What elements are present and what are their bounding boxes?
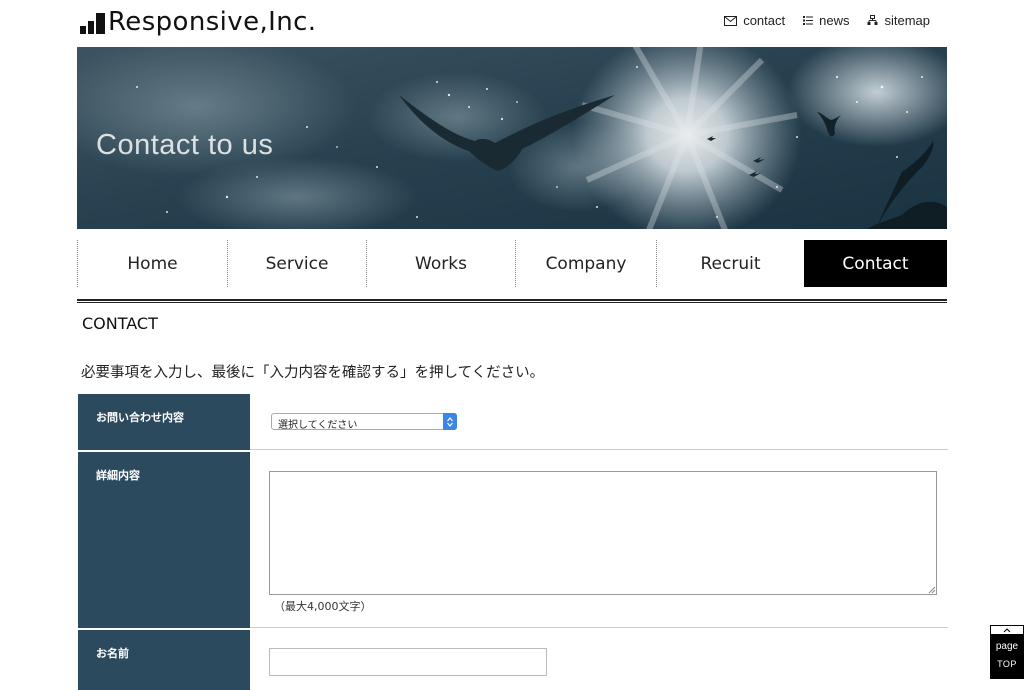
news-link[interactable]: news — [803, 13, 849, 28]
page-top-label-1: page — [995, 641, 1019, 652]
sitemap-icon — [867, 15, 878, 25]
nav-item-home[interactable]: Home — [77, 240, 227, 287]
caret-up-icon — [990, 625, 1024, 635]
hero-banner: Contact to us — [77, 47, 947, 229]
name-label: お名前 — [78, 630, 250, 690]
page-top-button[interactable]: page TOP — [990, 625, 1024, 679]
inquiry-select[interactable]: 選択してください — [271, 413, 457, 431]
mail-icon — [724, 15, 738, 26]
select-updown-icon — [443, 413, 457, 430]
detail-char-limit-note: （最大4,000文字） — [274, 600, 372, 613]
inquiry-field-cell: 選択してください — [250, 394, 948, 450]
inquiry-select-value: 選択してください — [278, 420, 358, 431]
utility-links: contact news sitemap — [724, 13, 930, 28]
list-icon — [803, 16, 814, 25]
logo-bars-icon — [80, 13, 105, 38]
contact-link-label: contact — [743, 13, 786, 28]
logo-text: Responsive,Inc. — [108, 7, 317, 37]
sitemap-link-label: sitemap — [884, 13, 930, 28]
nav-item-recruit[interactable]: Recruit — [656, 240, 804, 287]
name-field-cell — [250, 630, 948, 690]
form-instruction: 必要事項を入力し、最後に「入力内容を確認する」を押してください。 — [81, 365, 545, 381]
hero-title: Contact to us — [96, 129, 274, 161]
contact-link[interactable]: contact — [724, 13, 785, 28]
site-header: Responsive,Inc. contact news sitemap — [0, 0, 1024, 47]
resize-grip-icon[interactable] — [928, 586, 936, 594]
detail-textarea[interactable] — [269, 471, 937, 595]
nav-item-company[interactable]: Company — [515, 240, 656, 287]
nav-item-works[interactable]: Works — [366, 240, 515, 287]
page-top-label-2: TOP — [997, 659, 1017, 669]
name-input[interactable] — [269, 648, 547, 676]
nav-divider — [77, 299, 947, 303]
form-row-name: お名前 — [78, 630, 948, 690]
page-title: CONTACT — [82, 314, 158, 333]
form-row-detail: 詳細内容 （最大4,000文字） — [78, 452, 948, 628]
detail-field-cell: （最大4,000文字） — [250, 452, 948, 628]
sitemap-link[interactable]: sitemap — [867, 13, 930, 28]
form-row-inquiry: お問い合わせ内容 選択してください — [78, 394, 948, 450]
detail-label: 詳細内容 — [78, 452, 250, 628]
news-link-label: news — [819, 13, 850, 28]
main-nav: Home Service Works Company Recruit Conta… — [77, 240, 947, 287]
nav-item-service[interactable]: Service — [227, 240, 366, 287]
site-logo[interactable]: Responsive,Inc. — [80, 6, 316, 38]
inquiry-label: お問い合わせ内容 — [78, 394, 250, 450]
nav-item-contact[interactable]: Contact — [804, 240, 947, 287]
